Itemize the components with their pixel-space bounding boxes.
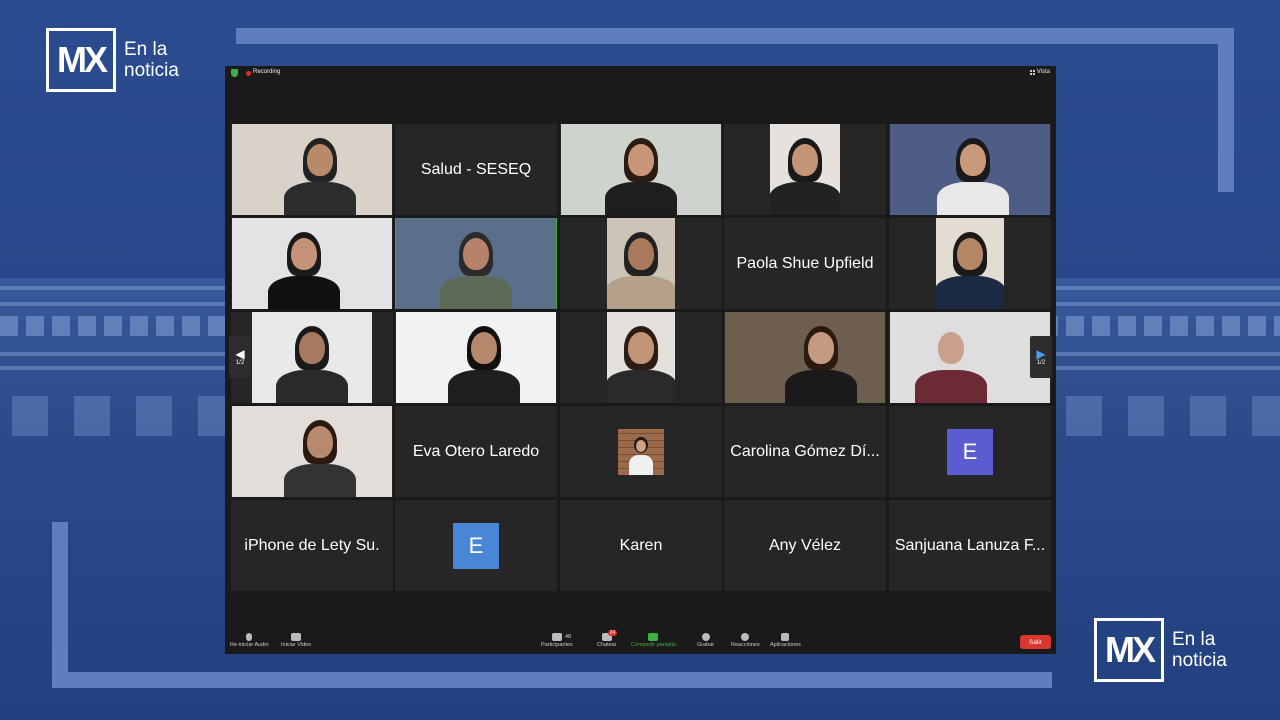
participant-tile[interactable] <box>889 218 1051 309</box>
participant-tile[interactable] <box>231 406 393 497</box>
participant-video <box>396 218 556 309</box>
encryption-shield-icon[interactable] <box>231 69 238 77</box>
participant-tile[interactable] <box>560 218 722 309</box>
participant-video <box>232 218 392 309</box>
zoom-meeting-window: Recording Vista Salud - SESEQ Paola Shue … <box>225 66 1056 654</box>
participant-video <box>770 124 840 215</box>
participant-tile[interactable] <box>724 312 886 403</box>
participant-tile[interactable]: Any Vélez <box>724 500 886 591</box>
participant-tile[interactable] <box>560 406 722 497</box>
record-icon <box>701 633 710 641</box>
participant-tile[interactable] <box>231 312 393 403</box>
participant-tile[interactable] <box>231 124 393 215</box>
share-screen-icon <box>648 633 659 641</box>
logo-mark: MX <box>1094 618 1164 682</box>
participant-name: iPhone de Lety Su. <box>244 536 380 554</box>
video-button[interactable]: Iniciar Video <box>281 633 311 648</box>
reactions-icon <box>741 633 750 641</box>
meeting-topbar: Recording Vista <box>225 66 1056 80</box>
participant-tile[interactable]: Paola Shue Upfield <box>724 218 886 309</box>
participant-tile[interactable] <box>560 124 722 215</box>
prev-page-button[interactable]: ◀ 1/2 <box>229 336 251 378</box>
participant-tile[interactable] <box>395 312 557 403</box>
participant-video <box>607 312 675 403</box>
recording-label[interactable]: Recording <box>253 69 280 75</box>
participant-tile[interactable]: Salud - SESEQ <box>395 124 557 215</box>
view-button[interactable]: Vista <box>1029 69 1050 75</box>
participant-tile[interactable] <box>231 218 393 309</box>
participant-name: Karen <box>619 536 663 554</box>
reactions-button[interactable]: Reacciones <box>731 633 760 648</box>
participant-photo <box>618 428 664 475</box>
participant-tile[interactable] <box>889 124 1051 215</box>
participant-video <box>890 124 1050 215</box>
participant-name: Salud - SESEQ <box>420 160 532 178</box>
apps-button[interactable]: Aplicaciones <box>770 633 801 648</box>
participant-tile[interactable] <box>889 312 1051 403</box>
participant-name: Paola Shue Upfield <box>736 254 874 272</box>
leave-button[interactable]: Salir <box>1020 635 1051 649</box>
frame-line-right <box>1218 28 1234 192</box>
participant-tile[interactable]: E <box>889 406 1051 497</box>
frame-line-top <box>236 28 1234 44</box>
participant-video <box>232 124 392 215</box>
participant-tile[interactable] <box>395 218 557 309</box>
participant-video <box>607 218 675 309</box>
video-off-icon <box>291 633 302 641</box>
participant-tile[interactable]: Eva Otero Laredo <box>395 406 557 497</box>
brand-logo-bottom: MX En la noticia <box>1094 618 1227 682</box>
chevron-right-icon: ▶ <box>1036 347 1046 361</box>
participant-name: Sanjuana Lanuza F... <box>894 536 1046 554</box>
participant-avatar: E <box>947 428 993 475</box>
participant-video <box>890 312 1050 403</box>
muted-mic-icon <box>246 633 253 641</box>
participants-icon <box>551 633 562 641</box>
participant-video <box>936 218 1004 309</box>
grid-icon <box>1029 69 1035 75</box>
logo-tagline: En la noticia <box>1172 629 1227 671</box>
next-page-button[interactable]: ▶ 1/2 <box>1030 336 1052 378</box>
participants-count: 48 <box>565 634 572 640</box>
share-screen-button[interactable]: Compartir pantalla <box>631 633 676 648</box>
meeting-toolbar: Re-iniciar Audio Iniciar Video Participa… <box>225 630 1056 654</box>
chat-icon: 24 <box>601 630 618 641</box>
participant-video <box>396 312 556 403</box>
participant-tile[interactable]: E <box>395 500 557 591</box>
participant-tile[interactable]: Sanjuana Lanuza F... <box>889 500 1051 591</box>
brand-logo-top: MX En la noticia <box>46 28 179 92</box>
participant-video <box>725 312 885 403</box>
audio-button[interactable]: Re-iniciar Audio <box>230 633 269 648</box>
participant-tile[interactable] <box>560 312 722 403</box>
participant-video <box>252 312 372 403</box>
participant-tile[interactable]: Carolina Gómez Dí... <box>724 406 886 497</box>
participant-avatar: E <box>453 522 499 569</box>
record-button[interactable]: Grabar <box>697 633 714 648</box>
logo-mark: MX <box>46 28 116 92</box>
participant-video <box>561 124 721 215</box>
chat-badge: 24 <box>607 630 618 636</box>
participant-name: Carolina Gómez Dí... <box>730 442 880 460</box>
participant-video <box>232 406 392 497</box>
recording-dot-icon <box>246 71 251 76</box>
logo-tagline: En la noticia <box>124 39 179 81</box>
chevron-left-icon: ◀ <box>235 347 245 361</box>
participant-name: Eva Otero Laredo <box>412 442 540 460</box>
participant-name: Any Vélez <box>768 536 842 554</box>
apps-icon <box>781 633 790 641</box>
participant-tile[interactable] <box>724 124 886 215</box>
chat-button[interactable]: 24 Chatear <box>597 630 618 648</box>
frame-line-bottom <box>52 672 1052 688</box>
participant-tile[interactable]: iPhone de Lety Su. <box>231 500 393 591</box>
participant-tile[interactable]: Karen <box>560 500 722 591</box>
frame-line-left <box>52 522 68 688</box>
participant-gallery: Salud - SESEQ Paola Shue Upfield Eva Otero… <box>231 124 1052 591</box>
